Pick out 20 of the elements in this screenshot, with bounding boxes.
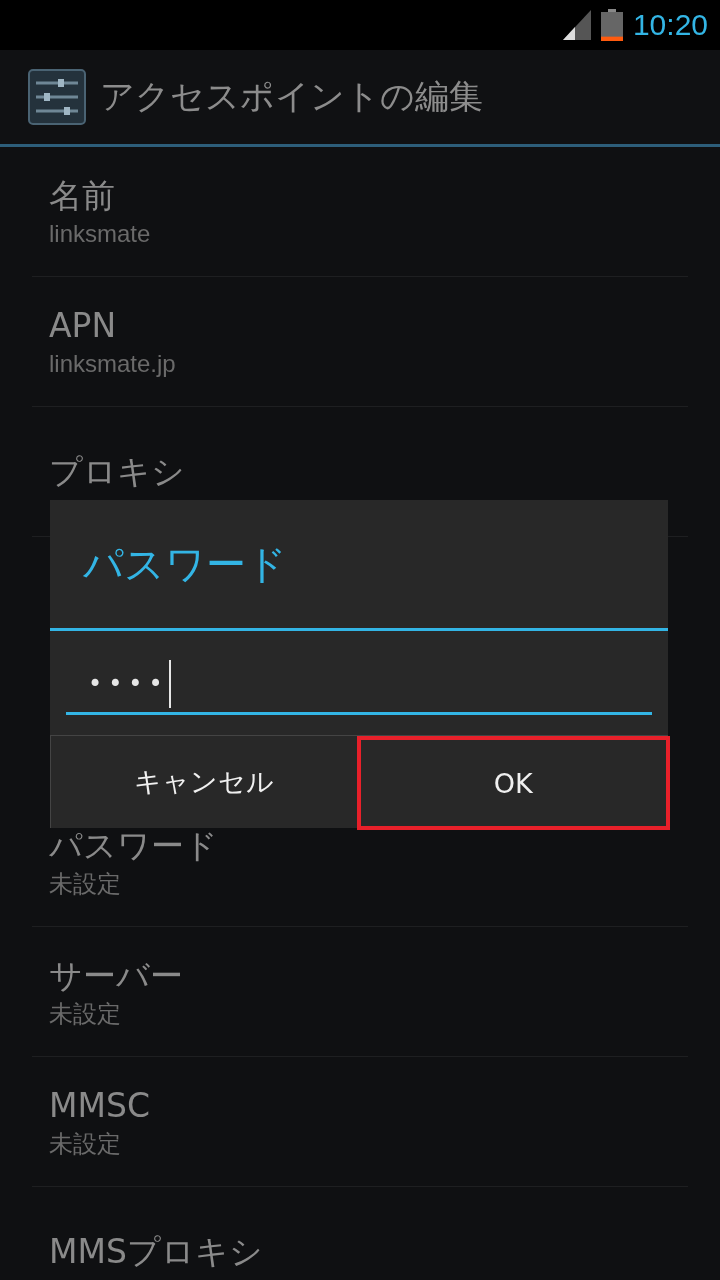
screen-title: アクセスポイントの編集 <box>100 75 483 118</box>
setting-title: APN <box>49 304 117 347</box>
clock-time: 10:20 <box>632 8 708 42</box>
setting-title: MMSプロキシ <box>49 1230 263 1273</box>
dialog-title: パスワード <box>83 539 287 589</box>
setting-value: 未設定 <box>49 998 121 1029</box>
password-field[interactable]: •••• <box>66 655 652 715</box>
battery-icon <box>600 9 623 41</box>
setting-value: 未設定 <box>49 1128 121 1159</box>
text-cursor <box>168 659 171 708</box>
setting-title: 名前 <box>49 174 115 217</box>
signal-icon <box>562 10 591 40</box>
ok-button[interactable]: OK <box>356 736 670 830</box>
setting-value: linksmate.jp <box>49 348 176 379</box>
setting-title: MMSC <box>49 1084 150 1127</box>
settings-sliders-icon[interactable] <box>28 69 86 125</box>
setting-value: 未設定 <box>49 868 121 899</box>
setting-value: linksmate <box>49 218 151 249</box>
setting-title: プロキシ <box>49 450 185 493</box>
setting-title: サーバー <box>49 954 183 997</box>
